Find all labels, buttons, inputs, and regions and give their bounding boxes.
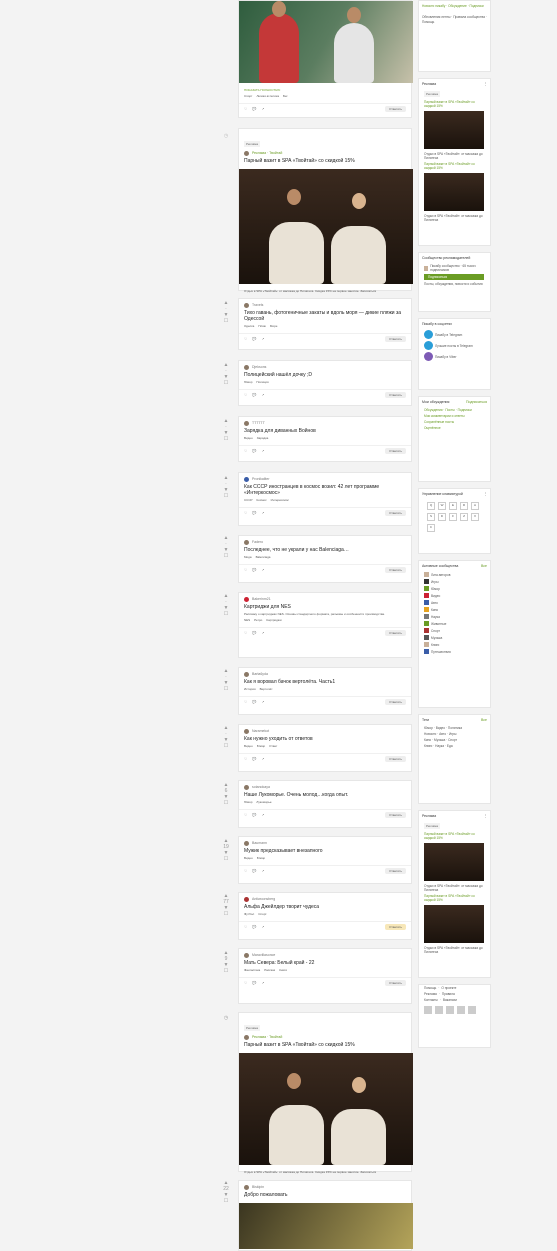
vote-rail[interactable]: ▲ · ▼ ☐ [220, 362, 232, 386]
sidebar-community: Сообщество рекламодателей Пикабу сообщес… [418, 252, 491, 312]
reply-button[interactable]: Ответить [385, 391, 406, 398]
post-title[interactable]: Последнее, что не украли у нас Balenciag… [244, 547, 406, 553]
vote-rail[interactable]: ▲ 6 ▼ ☐ [220, 782, 232, 806]
reply-button[interactable]: Ответить [385, 867, 406, 874]
vote-rail[interactable]: ▲ 22 ▼ ☐ [220, 1180, 232, 1204]
post-title[interactable]: Мужик предсказывает внезапного [244, 848, 406, 854]
promo-link[interactable]: Парный вазит в SPA «Твойтай» со скидкой … [419, 161, 490, 171]
reply-button[interactable]: Ответить [385, 335, 406, 342]
sidebar-communities: Активные сообщества Все Лига авторов Игры… [418, 560, 491, 708]
social-icon[interactable] [468, 1006, 476, 1014]
ad-badge: Реклама [244, 1025, 261, 1031]
sidebar-promo: Реклама ⋮ Реклама Парный вазит в SPA «Тво… [418, 78, 491, 246]
vote-rail[interactable]: ▲ · ▼ ☐ [220, 418, 232, 442]
vote-rail[interactable]: ▲ · ▼ ☐ [220, 668, 232, 692]
post-card: Biskipin Добро пожаловать [238, 1180, 413, 1251]
sidebar-footer: Помощь · О проекте Реклама · Правила Кон… [418, 984, 491, 1048]
post-image [239, 1053, 413, 1165]
post-card: Maravillasonce Мать Севера: Белый край -… [238, 948, 412, 1004]
promo-link[interactable]: Парный вазит в SPA «Твойтай» со скидкой … [419, 99, 490, 109]
post-card: Djeksons Полицейский нашёл дочку ;D Юмор… [238, 360, 412, 406]
reply-button[interactable]: Ответить [385, 105, 406, 112]
vote-rail[interactable]: ▲ · ▼ ☐ [220, 475, 232, 499]
vote-rail[interactable]: ◷ [220, 1015, 232, 1021]
sidebar-tags: Теги Все Юмор · Видео · Политика Новости … [418, 714, 491, 804]
post-card: Bakerinm21 Картриджи для NES Расскажу о … [238, 592, 412, 658]
promo-link[interactable]: Парный вазит в SPA «Твойтай» со скидкой … [419, 831, 490, 841]
post-card: TTTTTT Зарядка для диванных Войнов Видео… [238, 416, 412, 462]
reply-button[interactable]: Ответить [385, 447, 406, 454]
promo-link[interactable]: Парный вазит в SPA «Твойтай» со скидкой … [419, 893, 490, 903]
post-caption: Отдых в SPA «Твойтай»: от массажа до Пил… [244, 1170, 377, 1174]
post-title[interactable]: Парный вазит в SPA «Твойтай» со скидкой … [244, 158, 406, 164]
sidebar-promo-2: Реклама ⋮ Реклама Парный вазит в SPA «Тво… [418, 810, 491, 978]
reply-button[interactable]: Ответить [385, 698, 406, 705]
sidebar-keyboard: Управление клавиатурой ⋮ Q W E R A S D F … [418, 488, 491, 554]
post-title[interactable]: Добро пожаловать [244, 1192, 406, 1198]
vote-rail[interactable]: ▲ · ▼ ☐ [220, 593, 232, 617]
ad-post: Реклама Реклама · Твойтай Парный вазит в… [238, 1012, 413, 1174]
sidebar-social: Пикабу в соцсетях Пикабу в Telegram Лучш… [418, 318, 491, 390]
post-card: ПОКАЗАТЬ ПОЛНОСТЬЮ Спорт Легкая атлетика Б… [238, 0, 413, 118]
vote-rail[interactable]: ▲ 9 ▼ ☐ [220, 950, 232, 974]
reply-button[interactable]: Ответить [385, 979, 406, 986]
show-more-link[interactable]: ПОКАЗАТЬ ПОЛНОСТЬЮ [244, 88, 406, 92]
reply-button[interactable]: Ответить [385, 755, 406, 762]
vote-rail[interactable]: ▲ 19 ▼ ☐ [220, 838, 232, 862]
reply-button[interactable]: Ответить [385, 811, 406, 818]
post-card: sotanokaya Наше Лукоморье. Очень молод…к… [238, 780, 412, 828]
post-title[interactable]: Альфа Джейлдер творит чудеса [244, 904, 406, 910]
post-title[interactable]: Полицейский нашёл дочку ;D [244, 372, 406, 378]
post-title[interactable]: Тихо гавань, фотогеничные закаты и вдоль… [244, 310, 406, 322]
reply-button[interactable]: Ответить [385, 509, 406, 516]
social-icon[interactable] [435, 1006, 443, 1014]
post-title[interactable]: Картриджи для NES [244, 604, 406, 610]
post-card: Travels Тихо гавань, фотогеничные закаты… [238, 298, 412, 350]
post-title[interactable]: Мать Севера: Белый край - 22 [244, 960, 406, 966]
sidebar-my: Мои обсуждения Подписаться Обсуждения · П… [418, 396, 491, 482]
vote-rail[interactable]: ▲ 77 ▼ ☐ [220, 893, 232, 917]
vote-rail[interactable]: ▲ · ▼ ☐ [220, 535, 232, 559]
vote-rail[interactable]: ▲ · ▼ ☐ [220, 300, 232, 324]
post-title[interactable]: Как СССР иностранцев в космос возил: 42 … [244, 484, 406, 496]
post-card: Barta6yda Как я воровал бачок вертолёта.… [238, 667, 412, 715]
post-caption: Отдых в SPA «Твойтай»: от массажа до Пил… [244, 289, 377, 293]
post-card: Antiwoonsberg Альфа Джейлдер творит чуде… [238, 892, 412, 940]
social-icon[interactable] [424, 1006, 432, 1014]
reply-button[interactable]: Ответить [385, 566, 406, 573]
post-card: Naramekot Как нужно уходить от ответов В… [238, 724, 412, 772]
reply-button[interactable]: Ответить [385, 923, 406, 930]
vote-rail[interactable]: ▲ · ▼ ☐ [220, 725, 232, 749]
post-title[interactable]: Наше Лукоморье. Очень молод…когда опыт. [244, 792, 406, 798]
post-image [239, 169, 413, 284]
reply-button[interactable]: Ответить [385, 629, 406, 636]
ad-badge: Реклама [244, 141, 261, 147]
post-title[interactable]: Зарядка для диванных Войнов [244, 428, 406, 434]
post-body: Расскажу о картриджах NES. Основы станда… [244, 612, 385, 616]
post-card: Baumann Мужик предсказывает внезапного В… [238, 836, 412, 884]
post-title[interactable]: Как нужно уходить от ответов [244, 736, 406, 742]
ad-post: Реклама Реклама · Твойтай Парный вазит в… [238, 128, 413, 293]
post-image [239, 1203, 413, 1249]
social-icon[interactable] [457, 1006, 465, 1014]
post-title[interactable]: Как я воровал бачок вертолёта. Часть1 [244, 679, 406, 685]
post-title[interactable]: Парный вазит в SPA «Твойтай» со скидкой … [244, 1042, 406, 1048]
subscribe-button[interactable]: Подписаться [424, 274, 484, 280]
post-card: Pronikaliter Как СССР иностранцев в косм… [238, 472, 412, 526]
sidebar-top-block: Новости пикабу · Обсуждение · Подписки О… [418, 0, 491, 72]
social-icon[interactable] [446, 1006, 454, 1014]
post-card: Fadero Последнее, что не украли у нас Ba… [238, 535, 412, 583]
post-image [239, 1, 413, 83]
vote-rail[interactable]: ◷ [220, 133, 232, 139]
